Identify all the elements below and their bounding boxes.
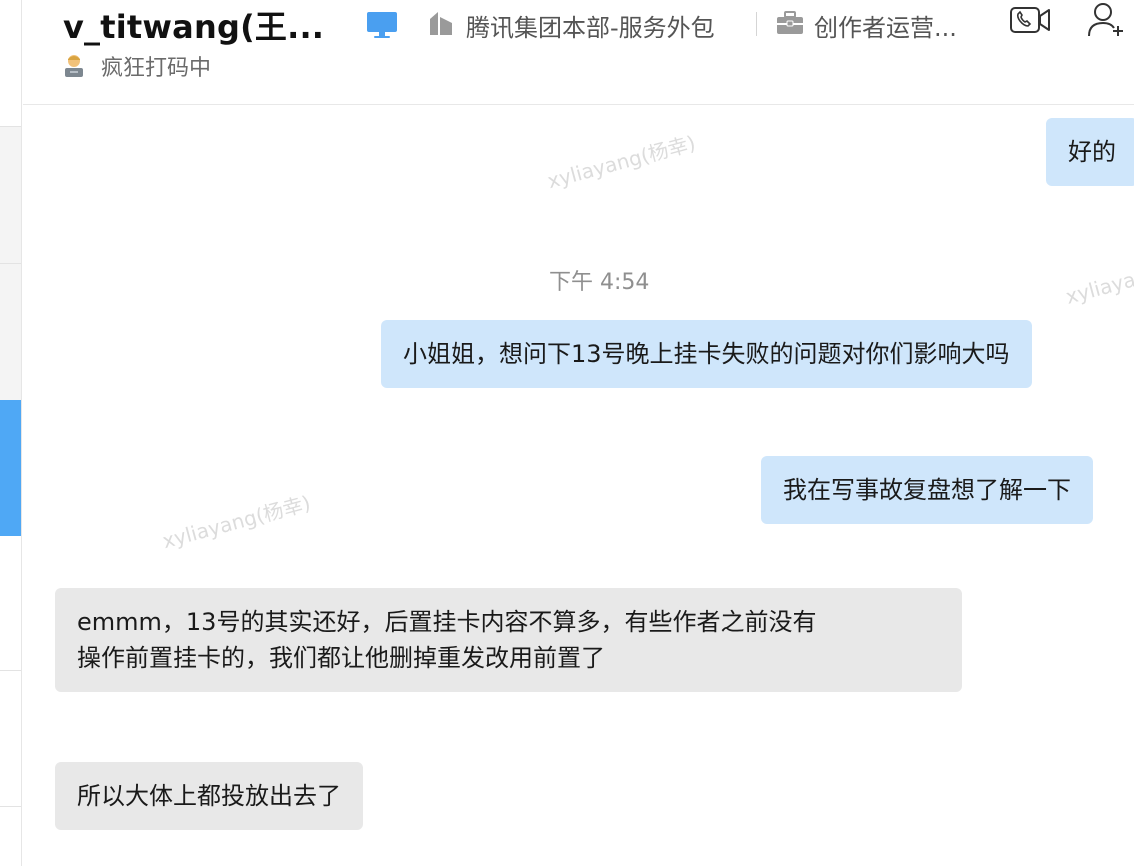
- device-indicator[interactable]: [366, 10, 398, 46]
- message-line: 操作前置挂卡的，我们都让他删掉重发改用前置了: [77, 644, 605, 672]
- message-bubble-outgoing[interactable]: 好的: [1046, 118, 1134, 186]
- conversation-item[interactable]: [0, 264, 21, 400]
- org-label[interactable]: 腾讯集团本部-服务外包: [428, 8, 715, 43]
- dept-label-text: 创作者运营...: [814, 14, 957, 42]
- dept-label[interactable]: 创作者运营...: [776, 8, 957, 43]
- contact-name[interactable]: v_titwang(王...: [63, 2, 324, 48]
- message-bubble-incoming[interactable]: emmm，13号的其实还好，后置挂卡内容不算多，有些作者之前没有 操作前置挂卡的…: [55, 588, 962, 692]
- video-call-button[interactable]: [1008, 4, 1052, 40]
- message-bubble-outgoing[interactable]: 我在写事故复盘想了解一下: [761, 456, 1093, 524]
- divider: [0, 806, 21, 807]
- building-icon: [428, 9, 456, 43]
- add-person-icon: [1087, 2, 1127, 42]
- conversation-item[interactable]: [0, 0, 21, 126]
- conversation-item[interactable]: [0, 127, 21, 263]
- header-divider: [756, 12, 757, 36]
- message-timestamp: 下午 4:54: [549, 270, 650, 295]
- message-bubble-outgoing[interactable]: 小姐姐，想问下13号晚上挂卡失败的问题对你们影响大吗: [381, 320, 1032, 388]
- conversation-item-selected[interactable]: [0, 400, 21, 536]
- watermark: xyliaya: [1063, 267, 1134, 309]
- divider: [0, 670, 21, 671]
- chat-header: v_titwang(王... 疯狂打码中 腾讯集团本部-服务外包 创作者运营..…: [23, 0, 1134, 105]
- status-row: 疯狂打码中: [61, 50, 211, 82]
- person-emoji-icon: [61, 53, 87, 79]
- briefcase-icon: [776, 10, 804, 42]
- message-list[interactable]: xyliayang(杨幸) xyliayang(杨幸) xyliaya 好的 下…: [23, 106, 1134, 866]
- add-member-button[interactable]: [1085, 2, 1129, 42]
- org-label-text: 腾讯集团本部-服务外包: [466, 14, 715, 42]
- message-line: emmm，13号的其实还好，后置挂卡内容不算多，有些作者之前没有: [77, 608, 817, 636]
- video-call-icon: [1009, 5, 1051, 39]
- watermark: xyliayang(杨幸): [159, 490, 314, 554]
- status-text: 疯狂打码中: [101, 56, 212, 81]
- message-bubble-incoming[interactable]: 所以大体上都投放出去了: [55, 762, 363, 830]
- conversation-list-edge: [0, 0, 22, 866]
- watermark: xyliayang(杨幸): [544, 130, 699, 194]
- desktop-icon: [366, 10, 398, 46]
